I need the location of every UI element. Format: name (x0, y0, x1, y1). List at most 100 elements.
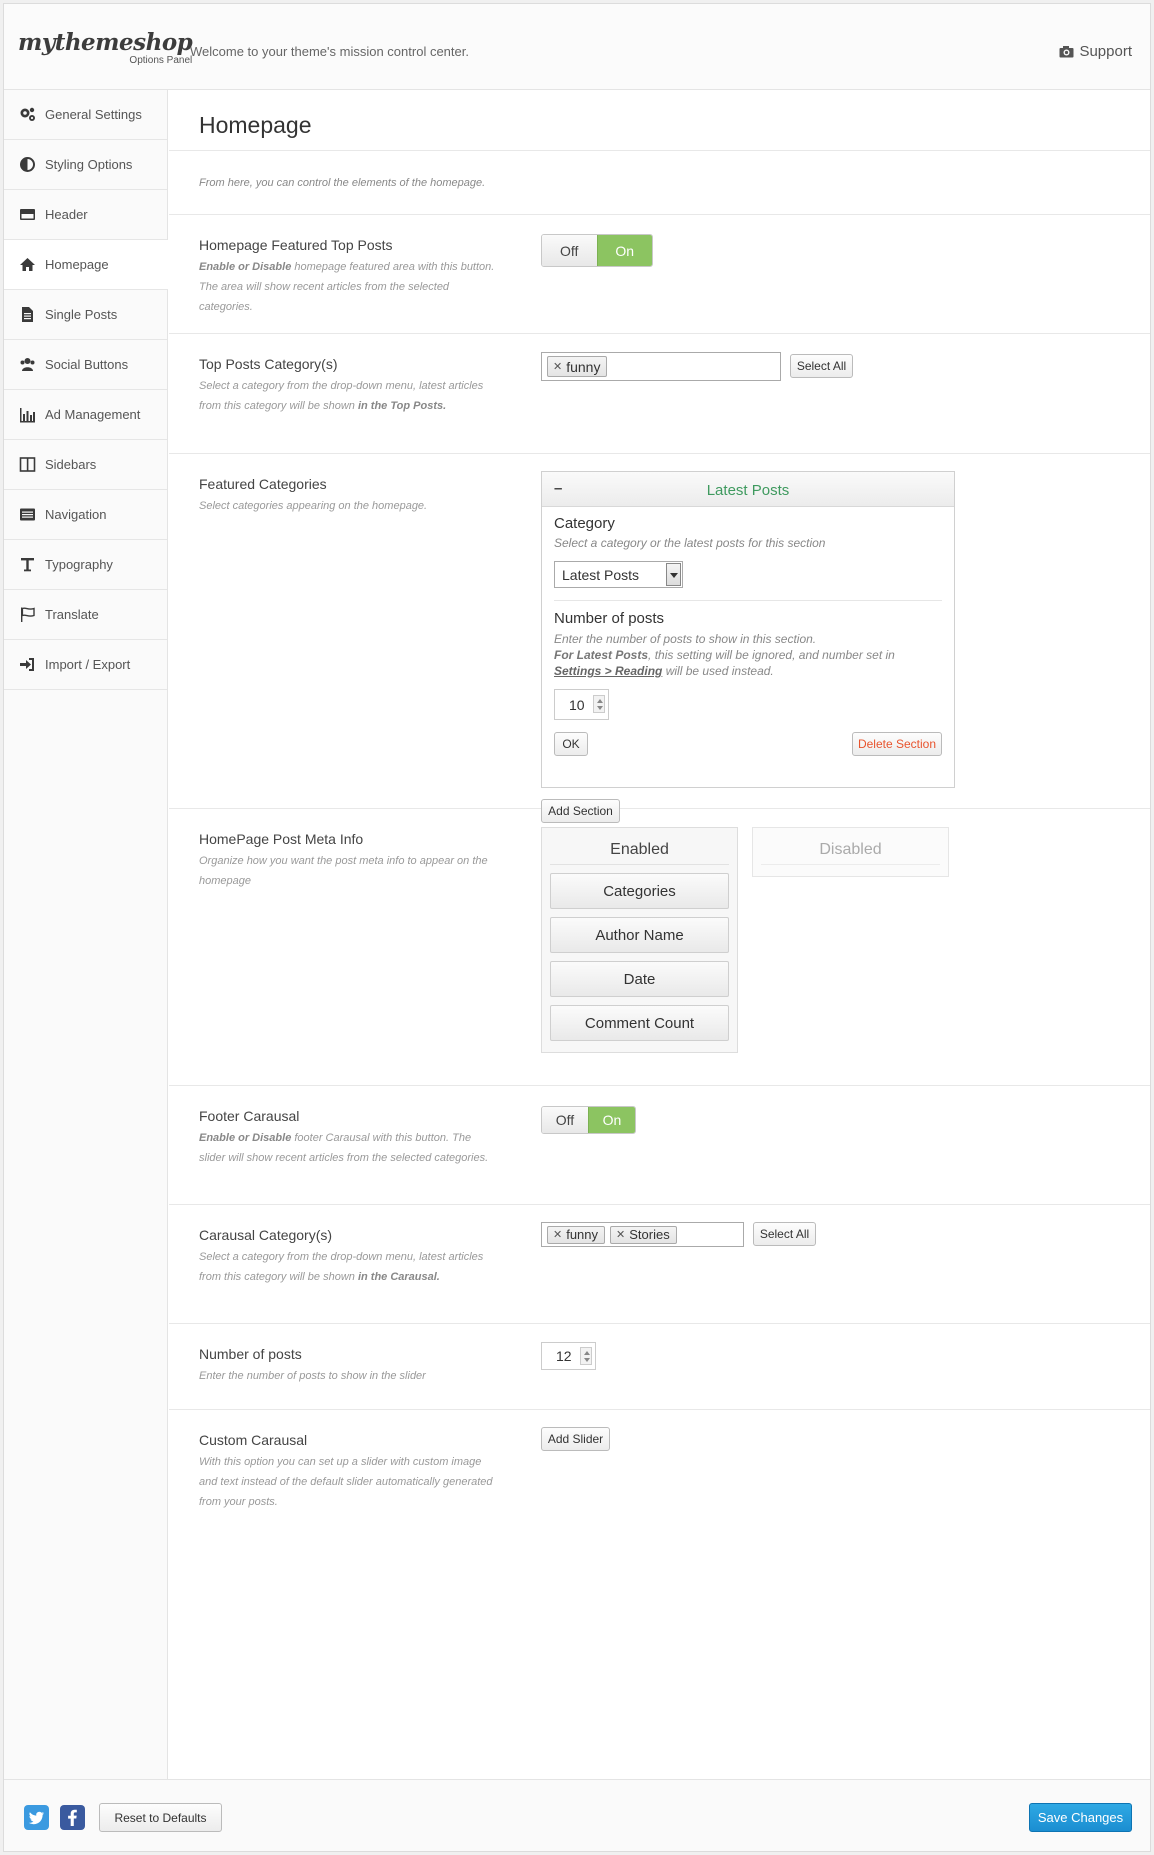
sidebar-item-sidebars[interactable]: Sidebars (4, 440, 167, 490)
featured-section-panel: – Latest Posts Category Select a categor… (541, 471, 955, 788)
sidebar-item-label: Navigation (45, 507, 107, 522)
disabled-meta-list[interactable]: Disabled (752, 827, 949, 877)
section-title: Footer Carausal (199, 1108, 300, 1124)
meta-item-author-name[interactable]: Author Name (550, 917, 729, 953)
save-changes-button[interactable]: Save Changes (1029, 1803, 1132, 1832)
home-icon (20, 258, 35, 271)
description-text: Select a category from the drop-down men… (199, 1251, 484, 1283)
enabled-header: Enabled (550, 828, 729, 865)
remove-tag-icon[interactable]: ✕ (553, 360, 562, 373)
tag-label: funny (566, 358, 601, 375)
text-icon (21, 558, 34, 572)
section-featured-categories: Featured Categories Select categories ap… (169, 454, 1150, 823)
section-description: Enable or Disable homepage featured area… (199, 257, 499, 317)
category-tag[interactable]: ✕ funny (547, 356, 608, 377)
spinner-arrows-icon[interactable] (593, 695, 605, 713)
section-title: HomePage Post Meta Info (199, 831, 364, 847)
section-label: Carausal Category(s) Select a category f… (199, 1227, 499, 1287)
slider-posts-stepper[interactable]: 12 (541, 1342, 596, 1370)
remove-tag-icon[interactable]: ✕ (553, 1228, 562, 1241)
sidebar-item-label: Header (45, 207, 88, 222)
section-description: Organize how you want the post meta info… (199, 855, 488, 887)
on-off-switch[interactable]: Off On (541, 234, 653, 267)
sidebar-item-label: Social Buttons (45, 357, 129, 372)
sidebar-item-label: Import / Export (45, 657, 131, 672)
custom-carousel-control: Add Slider (541, 1427, 610, 1451)
section-description: Enable or Disable footer Carausal with t… (199, 1128, 499, 1168)
section-label: Footer Carausal Enable or Disable footer… (199, 1108, 499, 1168)
logo: mythemeshop Options Panel (18, 30, 193, 67)
meta-item-comment-count[interactable]: Comment Count (550, 1005, 729, 1041)
section-description: Enter the number of posts to show in the… (199, 1370, 426, 1382)
section-label: HomePage Post Meta Info Organize how you… (199, 831, 499, 891)
section-title: Featured Categories (199, 476, 327, 492)
category-multiselect[interactable]: ✕ funny (541, 352, 781, 381)
sidebar-item-single-posts[interactable]: Single Posts (4, 290, 167, 340)
sidebar-item-social-buttons[interactable]: Social Buttons (4, 340, 167, 390)
posts-desc-2: , this setting will be ignored, and numb… (648, 648, 895, 662)
sidebar-item-general-settings[interactable]: General Settings (4, 90, 167, 140)
meta-item-date[interactable]: Date (550, 961, 729, 997)
section-description: Select categories appearing on the homep… (199, 500, 428, 512)
posts-description: Enter the number of posts to show in thi… (554, 631, 942, 679)
sidebar-item-label: Typography (45, 557, 113, 572)
toggle-off[interactable]: Off (542, 235, 597, 266)
sidebar-item-navigation[interactable]: Navigation (4, 490, 167, 540)
sidebar-item-styling-options[interactable]: Styling Options (4, 140, 167, 190)
tag-label: funny (566, 1227, 599, 1242)
section-title: Top Posts Category(s) (199, 356, 338, 372)
sidebar-item-ad-management[interactable]: Ad Management (4, 390, 167, 440)
category-tag[interactable]: ✕ funny (547, 1225, 606, 1244)
sidebar-item-typography[interactable]: Typography (4, 540, 167, 590)
sidebar-item-label: Translate (45, 607, 99, 622)
disabled-header: Disabled (761, 828, 940, 865)
posts-count-stepper[interactable]: 10 (554, 689, 609, 720)
toggle-on[interactable]: On (596, 235, 652, 266)
spinner-arrows-icon[interactable] (580, 1347, 592, 1365)
delete-section-button[interactable]: Delete Section (852, 732, 942, 756)
reset-defaults-button[interactable]: Reset to Defaults (99, 1803, 222, 1832)
gears-icon (20, 107, 35, 121)
panel-header[interactable]: – Latest Posts (542, 472, 954, 507)
sidebar-item-homepage[interactable]: Homepage (4, 240, 168, 290)
ok-button[interactable]: OK (554, 732, 588, 756)
section-label: Custom Carausal With this option you can… (199, 1432, 499, 1512)
featured-categories-control: – Latest Posts Category Select a categor… (541, 471, 955, 823)
meta-item-categories[interactable]: Categories (550, 873, 729, 909)
category-multiselect[interactable]: ✕ funny ✕ Stories (541, 1222, 744, 1247)
support-link[interactable]: Support (1059, 43, 1132, 60)
sidebar-item-label: Single Posts (45, 307, 118, 322)
footer-carousel-toggle[interactable]: Off On (541, 1106, 636, 1134)
panel-actions: OK Delete Section (554, 732, 942, 756)
section-footer-carousel: Footer Carausal Enable or Disable footer… (169, 1086, 1150, 1205)
featured-top-toggle[interactable]: Off On (541, 234, 653, 267)
chevron-down-icon[interactable] (666, 563, 681, 586)
section-title: Carausal Category(s) (199, 1227, 333, 1243)
remove-tag-icon[interactable]: ✕ (616, 1228, 625, 1241)
category-tag[interactable]: ✕ Stories (610, 1225, 677, 1244)
flag-icon (21, 607, 35, 622)
enabled-meta-list[interactable]: Enabled Categories Author Name Date Comm… (541, 827, 738, 1053)
sidebar-item-import-export[interactable]: Import / Export (4, 640, 167, 690)
select-all-button[interactable]: Select All (753, 1222, 816, 1246)
section-carousel-category: Carausal Category(s) Select a category f… (169, 1205, 1150, 1324)
section-label: Top Posts Category(s) Select a category … (199, 356, 499, 416)
welcome-text: Welcome to your theme's mission control … (190, 44, 469, 59)
sidebar-item-header[interactable]: Header (4, 190, 167, 240)
add-slider-button[interactable]: Add Slider (541, 1427, 610, 1451)
select-all-button[interactable]: Select All (790, 354, 853, 378)
section-post-meta-info: HomePage Post Meta Info Organize how you… (169, 809, 1150, 1086)
category-select[interactable]: Latest Posts (554, 561, 683, 588)
description-emphasis: in the Carausal. (357, 1271, 440, 1283)
on-off-switch[interactable]: Off On (541, 1106, 636, 1134)
slider-posts-value: 12 (556, 1348, 572, 1364)
facebook-icon[interactable] (60, 1805, 85, 1830)
settings-reading-link[interactable]: Settings > Reading (554, 664, 662, 678)
toggle-on[interactable]: On (588, 1107, 635, 1133)
category-select-value: Latest Posts (562, 567, 640, 583)
posts-desc-emphasis: For Latest Posts (554, 648, 649, 662)
toggle-off[interactable]: Off (542, 1107, 588, 1133)
twitter-icon[interactable] (24, 1805, 49, 1830)
sidebar-item-translate[interactable]: Translate (4, 590, 167, 640)
top-header: mythemeshop Options Panel Welcome to you… (4, 4, 1150, 90)
